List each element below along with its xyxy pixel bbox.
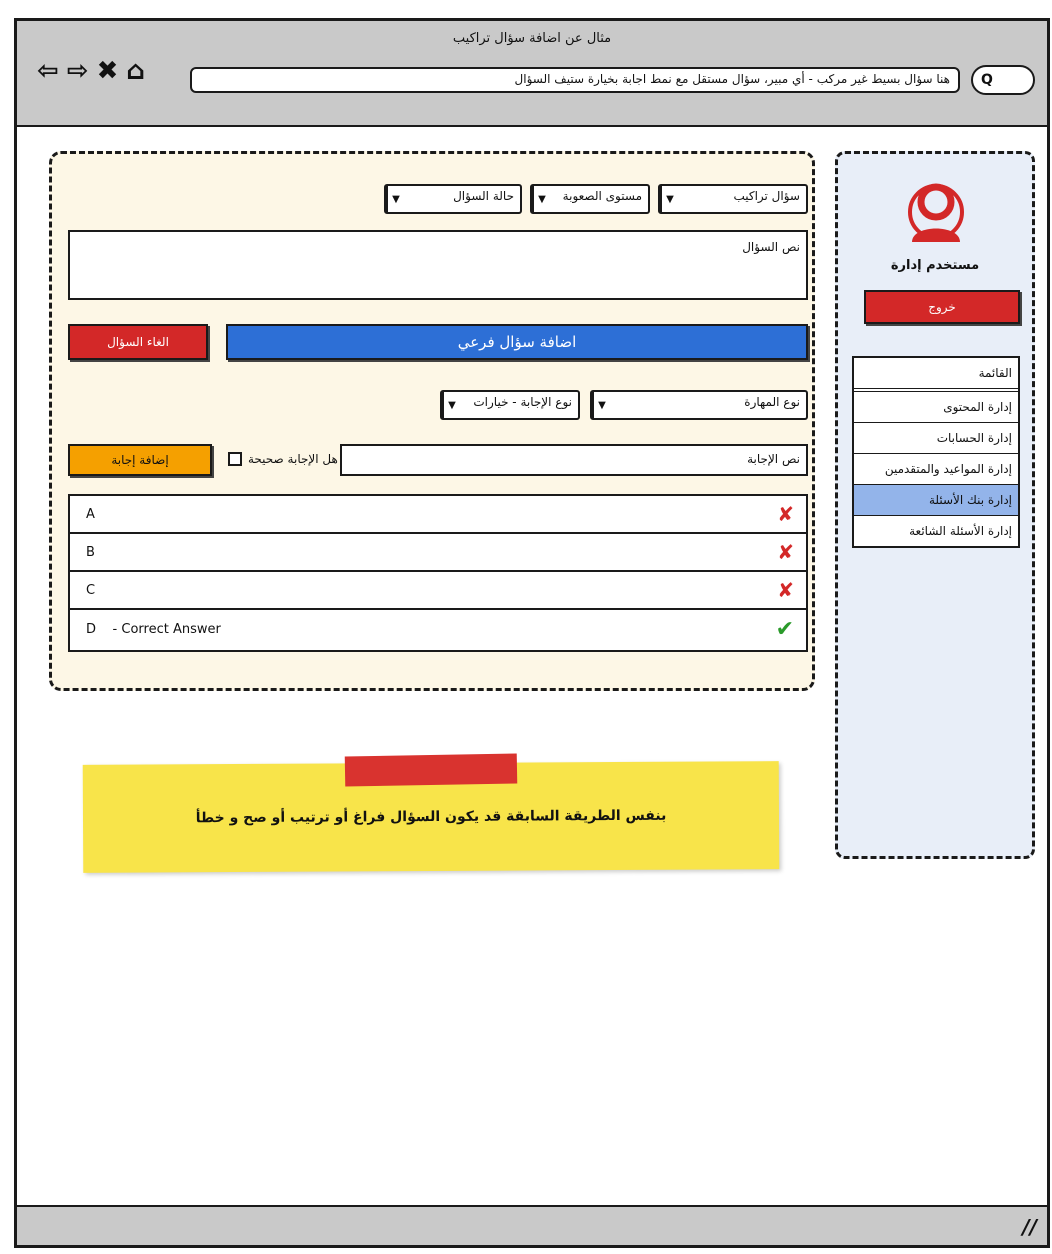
back-icon[interactable]: ⇦ [37, 57, 59, 85]
cancel-question-button[interactable]: الغاء السؤال [68, 324, 208, 360]
correct-answer-checkbox-group: هل الإجابة صحيحة [228, 452, 338, 466]
correct-answer-label: هل الإجابة صحيحة [248, 452, 338, 466]
question-type-select[interactable]: ▼ سؤال تراكيب [658, 184, 808, 214]
difficulty-select[interactable]: ▼ مستوى الصعوبة [530, 184, 650, 214]
chevron-down-icon: ▼ [532, 186, 550, 212]
skill-type-select[interactable]: ▼ نوع المهارة [590, 390, 808, 420]
answer-row: C ✘ [70, 572, 806, 610]
answer-row: B ✘ [70, 534, 806, 572]
browser-window: مثال عن اضافة سؤال تراكيب ⇦ ⇨ ✖ ⌂ هنا سؤ… [14, 18, 1050, 1248]
answer-row: A ✘ [70, 496, 806, 534]
sidebar-item-content[interactable]: إدارة المحتوى [854, 392, 1018, 423]
add-answer-button[interactable]: إضافة إجابة [68, 444, 212, 476]
window-title: مثال عن اضافة سؤال تراكيب [452, 31, 612, 46]
nav-buttons: ⇦ ⇨ ✖ ⌂ [37, 57, 145, 85]
search-icon: Q [981, 72, 993, 88]
sidebar-menu: القائمة إدارة المحتوى إدارة الحسابات إدا… [852, 356, 1020, 548]
tape-decoration [344, 753, 518, 787]
delete-answer-icon[interactable]: ✘ [777, 578, 794, 602]
search-button[interactable]: Q [971, 65, 1035, 95]
question-form-panel: ▼ سؤال تراكيب ▼ مستوى الصعوبة ▼ حالة الس… [49, 151, 815, 691]
browser-toolbar: مثال عن اضافة سؤال تراكيب ⇦ ⇨ ✖ ⌂ هنا سؤ… [17, 21, 1047, 127]
sidebar-item-appointments[interactable]: إدارة المواعيد والمتقدمين [854, 454, 1018, 485]
chevron-down-icon: ▼ [660, 186, 678, 212]
sidebar-item-accounts[interactable]: إدارة الحسابات [854, 423, 1018, 454]
address-bar[interactable]: هنا سؤال بسيط غير مركب - أي مبير، سؤال م… [190, 67, 960, 93]
answer-text-input[interactable]: نص الإجابة [340, 444, 808, 476]
answer-type-select[interactable]: ▼ نوع الإجابة - خيارات [440, 390, 580, 420]
user-avatar-icon [908, 183, 964, 242]
delete-answer-icon[interactable]: ✘ [777, 502, 794, 526]
delete-answer-icon[interactable]: ✘ [777, 540, 794, 564]
status-bar: // [17, 1205, 1047, 1245]
sidebar-item-question-bank[interactable]: إدارة بنك الأسئلة [854, 485, 1018, 516]
question-text-input[interactable]: نص السؤال [68, 230, 808, 300]
answers-list: A ✘ B ✘ C ✘ D - Correct Answer ✔ [68, 494, 808, 652]
sidebar: مستخدم إدارة خروج القائمة إدارة المحتوى … [835, 151, 1035, 859]
user-name: مستخدم إدارة [890, 258, 980, 273]
chevron-down-icon: ▼ [386, 186, 404, 212]
checkmark-icon: ✔ [775, 616, 794, 642]
home-icon[interactable]: ⌂ [126, 57, 145, 85]
logout-button[interactable]: خروج [864, 290, 1020, 324]
close-icon[interactable]: ✖ [97, 57, 119, 85]
correct-answer-checkbox[interactable] [228, 452, 242, 466]
resize-handle-icon[interactable]: // [1022, 1215, 1037, 1239]
sidebar-item-faq[interactable]: إدارة الأسئلة الشائعة [854, 516, 1018, 546]
add-subquestion-button[interactable]: اضافة سؤال فرعي [226, 324, 808, 360]
answer-row: D - Correct Answer ✔ [86, 616, 794, 642]
chevron-down-icon: ▼ [442, 392, 460, 418]
status-select[interactable]: ▼ حالة السؤال [384, 184, 522, 214]
forward-icon[interactable]: ⇨ [67, 57, 89, 85]
chevron-down-icon: ▼ [592, 392, 610, 418]
sticky-note-text: بنفس الطريقة السابقة قد يكون السؤال فراغ… [195, 807, 667, 827]
sidebar-menu-header: القائمة [854, 358, 1018, 392]
